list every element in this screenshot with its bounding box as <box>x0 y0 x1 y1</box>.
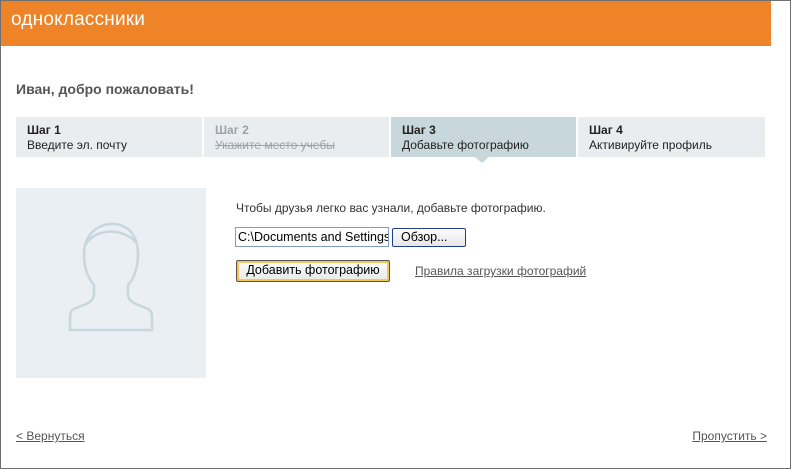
browse-button[interactable]: Обзор... <box>392 228 466 247</box>
step-1-subtitle: Введите эл. почту <box>27 138 128 152</box>
avatar-placeholder-icon <box>68 222 154 332</box>
site-header: одноклассники <box>1 1 771 46</box>
file-path-input[interactable]: C:\Documents and Settings <box>235 227 389 247</box>
step-3-title: Шаг 3 <box>402 123 436 137</box>
site-logo[interactable]: одноклассники <box>11 9 145 31</box>
back-link[interactable]: < Вернуться <box>16 429 85 443</box>
step-2-title: Шаг 2 <box>215 123 249 137</box>
upload-rules-link[interactable]: Правила загрузки фотографий <box>415 264 586 278</box>
skip-link[interactable]: Пропустить > <box>692 429 767 443</box>
step-4: Шаг 4 Активируйте профиль <box>578 117 765 157</box>
step-2-subtitle: Укажите место учебы <box>215 138 335 152</box>
step-3-subtitle: Добавьте фотографию <box>402 138 529 152</box>
step-4-title: Шаг 4 <box>589 123 623 137</box>
photo-placeholder <box>16 188 206 378</box>
welcome-greeting: Иван, добро пожаловать! <box>16 81 194 97</box>
registration-steps: Шаг 1 Введите эл. почту Шаг 2 Укажите ме… <box>16 117 765 163</box>
step-3: Шаг 3 Добавьте фотографию <box>391 117 576 163</box>
step-1: Шаг 1 Введите эл. почту <box>16 117 202 157</box>
upload-hint: Чтобы друзья легко вас узнали, добавьте … <box>236 201 546 215</box>
step-2: Шаг 2 Укажите место учебы <box>204 117 389 157</box>
step-1-title: Шаг 1 <box>27 123 61 137</box>
add-photo-button[interactable]: Добавить фотографию <box>236 260 390 282</box>
step-4-subtitle: Активируйте профиль <box>589 138 712 152</box>
